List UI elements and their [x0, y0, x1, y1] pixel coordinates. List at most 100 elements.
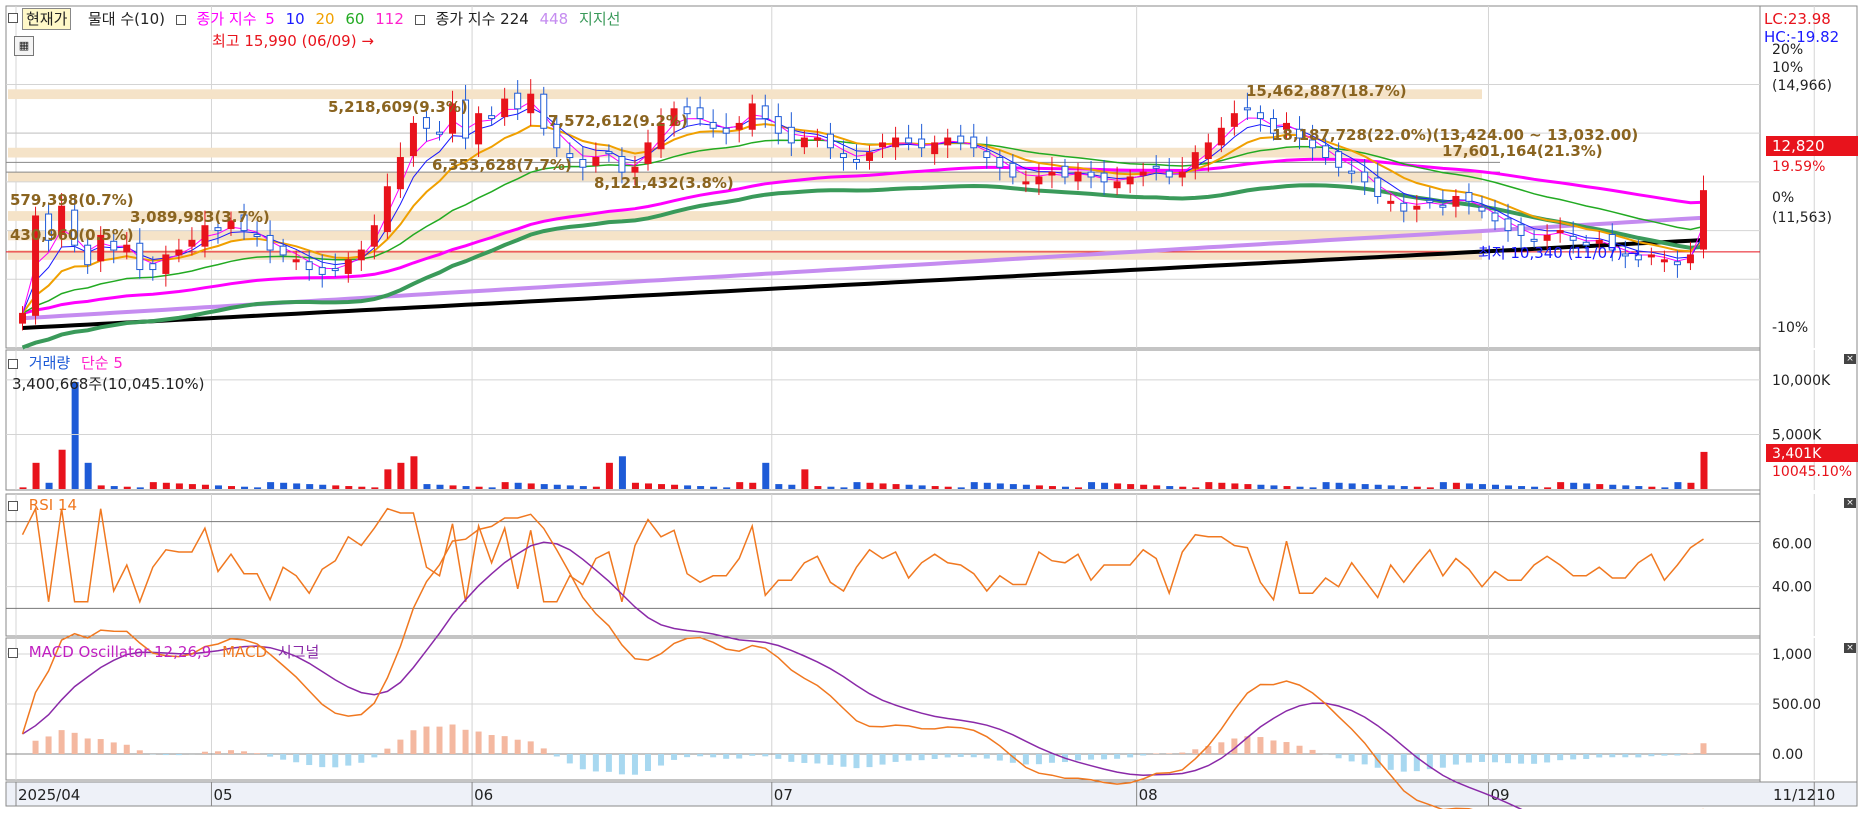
ma-112-label[interactable]: 112 [375, 10, 404, 28]
volume-profile-label: 17,601,164(21.3%) [1442, 142, 1603, 160]
candle-body [1088, 172, 1094, 177]
macd-osc-bar [410, 730, 416, 754]
candle-body [801, 138, 807, 147]
rsi-close-icon[interactable]: × [1844, 498, 1856, 508]
volume-bar [1297, 487, 1304, 489]
macd-osc-bar [1088, 754, 1094, 760]
volume-profile-band [8, 148, 1482, 158]
volume-bar [762, 463, 769, 489]
volume-bar [437, 485, 444, 489]
macd-osc-bar [1609, 754, 1615, 757]
macd-osc-bar [1622, 754, 1628, 757]
legend-square-icon [8, 13, 18, 23]
volume-bar [280, 483, 287, 489]
lc-label: LC:23.98 [1764, 10, 1831, 28]
macd-label[interactable]: MACD [222, 643, 267, 661]
macd-osc-bar [1505, 754, 1511, 763]
macd-osc-bar [867, 754, 873, 767]
volume-bar [1570, 483, 1577, 489]
macd-osc-bar [853, 754, 859, 768]
volume-bar [880, 483, 887, 489]
rsi-axis-40: 40.00 [1772, 580, 1812, 596]
candle-body [345, 260, 351, 274]
candle-body [423, 118, 429, 129]
ma-60-label[interactable]: 60 [345, 10, 364, 28]
volume-bar [137, 487, 144, 489]
macd-osc-bar [463, 730, 469, 754]
volume-bar [450, 485, 457, 489]
current-pct-label: 19.59% [1772, 159, 1825, 175]
ma-10-label[interactable]: 10 [286, 10, 305, 28]
volume-bar [371, 487, 378, 489]
volume-band-label[interactable]: 물대 수(10) [88, 10, 165, 28]
candle-body [476, 114, 482, 144]
candle-body [1466, 193, 1472, 202]
volume-bar [1427, 487, 1434, 489]
volume-close-icon[interactable]: × [1844, 354, 1856, 364]
macd-osc-bar [1518, 754, 1524, 764]
macd-close-icon[interactable]: × [1844, 643, 1856, 653]
macd-osc-bar [1166, 753, 1172, 754]
volume-bar [241, 487, 248, 489]
ma-prefix-label[interactable]: 종가 지수 [197, 10, 257, 28]
candle-body [932, 143, 938, 154]
vol-axis-5000: 5,000K [1772, 427, 1822, 443]
volume-bar [671, 485, 678, 489]
candle-body [867, 153, 873, 161]
candle-body [1349, 171, 1355, 173]
volume-bar [554, 485, 561, 489]
volume-bar [1583, 483, 1590, 489]
macd-osc-bar [1492, 754, 1498, 762]
volume-bar [1414, 487, 1421, 489]
signal-label[interactable]: 시그널 [278, 643, 319, 661]
x-tick-label: 09 [1490, 786, 1509, 804]
ma-224-label[interactable]: 종가 지수 224 [435, 10, 528, 28]
ma-legend[interactable]: 물대 수(10) 종가 지수 5 10 20 60 112 종가 지수 224 … [88, 8, 626, 29]
candle-body [20, 313, 26, 323]
volume-bar [1492, 485, 1499, 489]
volume-bar [697, 486, 704, 489]
volume-bar [345, 486, 352, 489]
volume-ma-label[interactable]: 단순 5 [81, 354, 123, 372]
macd-osc-bar [1036, 754, 1042, 764]
candle-body [85, 245, 91, 264]
chart-canvas[interactable]: 2025/040506070809101111/12최고 15,990 (06/… [0, 0, 1859, 809]
macd-osc-bar [697, 754, 703, 756]
volume-bar [593, 487, 600, 489]
volume-bar [397, 463, 404, 489]
macd-osc-bar [906, 754, 912, 761]
macd-osc-bar [319, 754, 325, 767]
macd-osc-title[interactable]: MACD Oscillator 12,26,9 [29, 643, 212, 661]
candle-body [814, 138, 820, 140]
candle-body [1596, 240, 1602, 243]
support-line-label[interactable]: 지지선 [579, 10, 620, 28]
macd-osc-bar [788, 754, 794, 762]
macd-osc-bar [997, 754, 1003, 761]
macd-osc-bar [1023, 754, 1029, 764]
candle-body [1518, 225, 1524, 236]
ma-5-label[interactable]: 5 [265, 10, 275, 28]
volume-title[interactable]: 거래량 [29, 354, 70, 372]
table-grid-icon[interactable]: ▦ [14, 36, 34, 56]
macd-osc-bar [1310, 750, 1316, 754]
legend-square-icon [8, 359, 18, 369]
candle-body [1192, 153, 1198, 169]
macd-osc-bar [567, 754, 573, 763]
volume-bar [515, 483, 522, 489]
candle-body [202, 226, 208, 246]
ma-20-label[interactable]: 20 [315, 10, 334, 28]
macd-osc-bar [1153, 753, 1159, 754]
candle-body [1674, 262, 1680, 265]
volume-bar [853, 482, 860, 489]
candle-body [1179, 172, 1185, 177]
volume-bar [1205, 482, 1212, 489]
candle-body [1440, 205, 1446, 207]
ma-448-label[interactable]: 448 [540, 10, 569, 28]
rsi-title[interactable]: RSI 14 [29, 496, 77, 514]
volume-bar [1218, 483, 1225, 489]
current-price-legend[interactable]: 현재가 [22, 8, 71, 30]
volume-bar [502, 482, 509, 489]
macd-osc-bar [476, 732, 482, 754]
macd-osc-bar [606, 754, 612, 772]
candle-body [1531, 239, 1537, 241]
